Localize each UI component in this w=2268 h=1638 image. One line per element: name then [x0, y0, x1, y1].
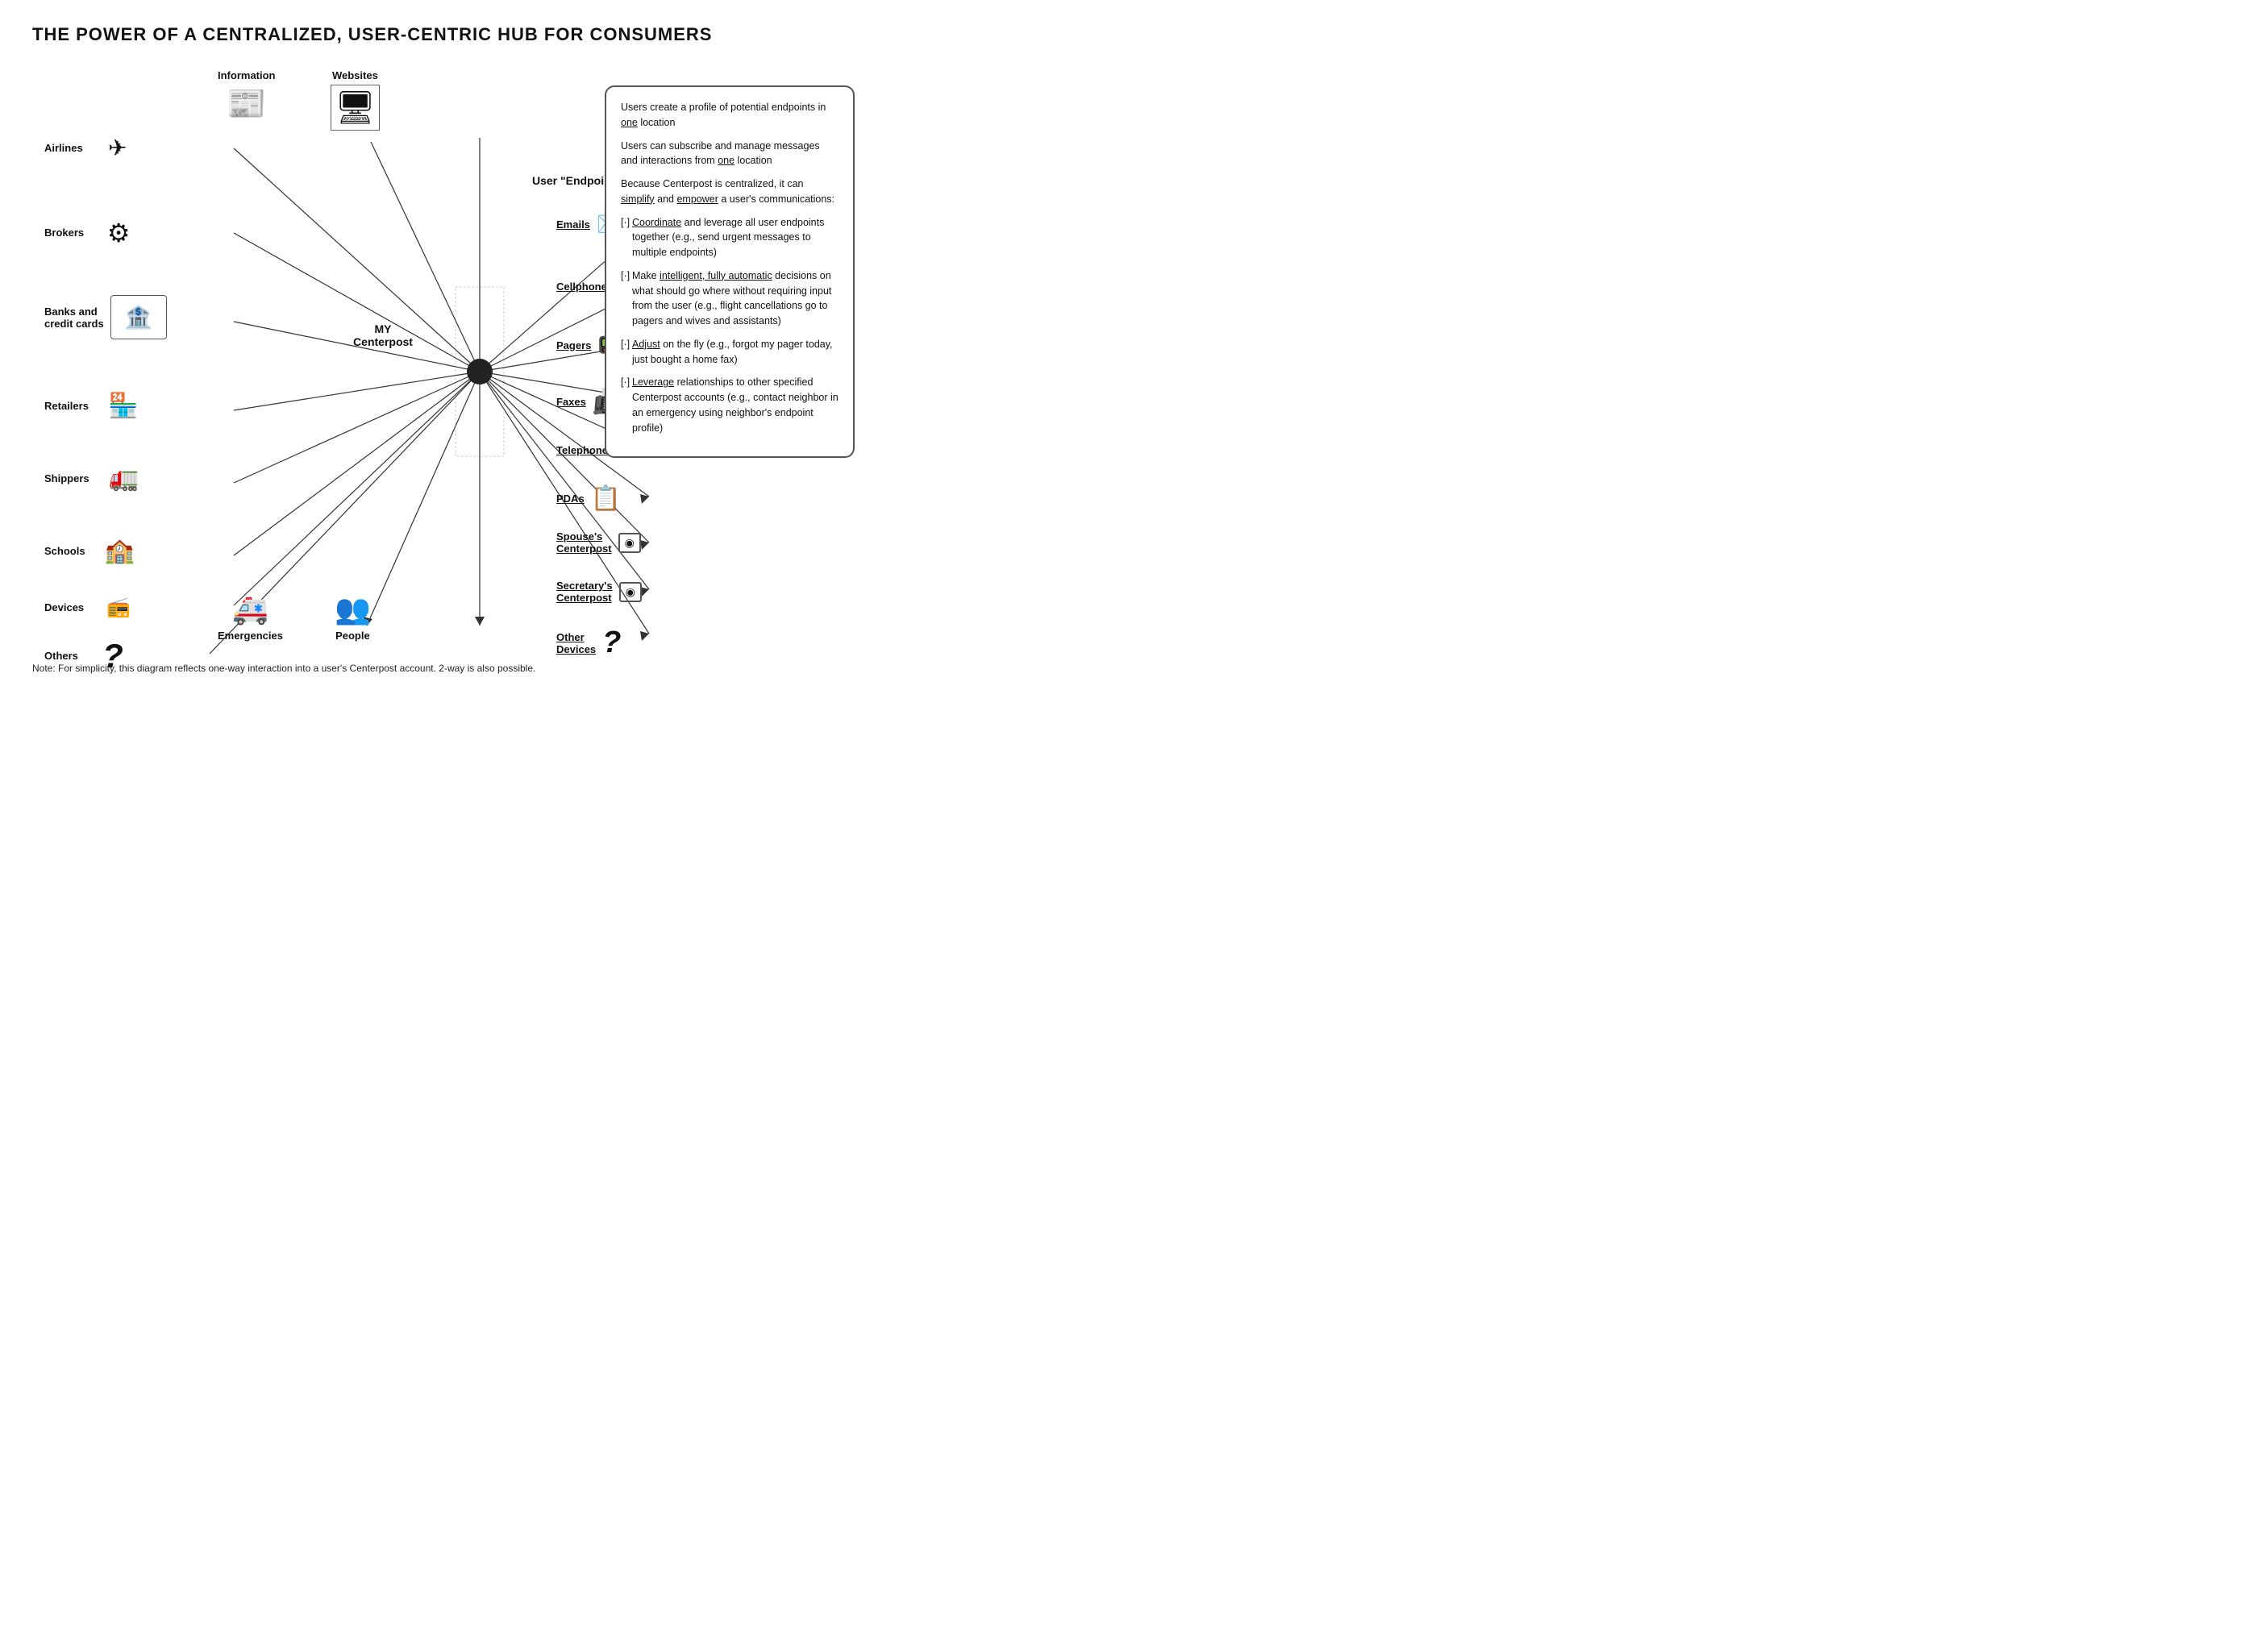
page-title: THE POWER OF A CENTRALIZED, USER-CENTRIC…: [32, 24, 855, 45]
pdas-label: PDAs: [556, 493, 585, 505]
info-para-2: Users can subscribe and manage messages …: [621, 139, 839, 169]
left-item-schools: Schools 🏫: [44, 529, 148, 573]
shippers-icon: 🚛: [96, 456, 152, 501]
info-panel: Users create a profile of potential endp…: [605, 85, 855, 458]
info-para-3: Because Centerpost is centralized, it ca…: [621, 177, 839, 207]
right-item-pdas: PDAs 📋: [556, 484, 621, 513]
left-item-devices: Devices 📻: [44, 585, 147, 630]
banks-label: Banks andcredit cards: [44, 306, 104, 330]
center-hub: MYCenterpost: [347, 303, 419, 368]
emergencies-label: Emergencies: [218, 630, 283, 642]
left-item-retailers: Retailers 🏪: [44, 384, 152, 428]
pdas-icon: 📋: [591, 484, 621, 513]
right-item-other-devices: OtherDevices ?: [556, 626, 621, 660]
retailers-icon: 🏪: [95, 384, 152, 428]
brokers-icon: ⚙: [90, 210, 147, 255]
info-bullets: Coordinate and leverage all user endpoin…: [621, 215, 839, 436]
spouse-icon: ◉: [618, 533, 641, 553]
diagram-container: Airlines ✈ Brokers ⚙ Banks andcredit car…: [32, 61, 855, 674]
devices-label: Devices: [44, 601, 84, 613]
airlines-icon: ✈: [89, 126, 146, 170]
left-item-shippers: Shippers 🚛: [44, 456, 152, 501]
shippers-label: Shippers: [44, 472, 89, 484]
emergencies-icon: 🚑: [232, 592, 268, 626]
secretary-icon: ◉: [619, 582, 642, 602]
people-label: People: [335, 630, 370, 642]
information-icon: 📰: [227, 85, 267, 123]
websites-label: Websites: [332, 69, 378, 81]
devices-icon: 📻: [90, 585, 147, 630]
bottom-item-people: 👥 People: [335, 592, 371, 642]
right-item-secretary: Secretary'sCenterpost ◉: [556, 580, 642, 604]
hub-label: MYCenterpost: [353, 322, 413, 348]
emails-label: Emails: [556, 218, 590, 231]
top-item-websites: Websites 🖥: [331, 69, 380, 131]
pagers-label: Pagers: [556, 339, 591, 351]
websites-icon: 🖥: [331, 85, 380, 131]
retailers-label: Retailers: [44, 400, 89, 412]
schools-label: Schools: [44, 545, 85, 557]
other-devices-icon: ?: [602, 626, 621, 660]
secretary-label: Secretary'sCenterpost: [556, 580, 613, 604]
faxes-label: Faxes: [556, 396, 586, 408]
bullet-2: Make intelligent, fully automatic decisi…: [621, 268, 839, 329]
others-label: Others: [44, 650, 78, 662]
top-item-information: Information 📰: [218, 69, 276, 123]
other-devices-label: OtherDevices: [556, 631, 596, 655]
left-item-airlines: Airlines ✈: [44, 126, 146, 170]
info-para-1: Users create a profile of potential endp…: [621, 100, 839, 131]
bullet-1: Coordinate and leverage all user endpoin…: [621, 215, 839, 260]
bullet-3: Adjust on the fly (e.g., forgot my pager…: [621, 337, 839, 368]
brokers-label: Brokers: [44, 227, 84, 239]
schools-icon: 🏫: [92, 529, 148, 573]
diagram-note: Note: For simplicity, this diagram refle…: [32, 663, 535, 674]
airlines-label: Airlines: [44, 142, 83, 154]
banks-icon: 🏦: [110, 295, 167, 339]
bullet-4: Leverage relationships to other specifie…: [621, 375, 839, 435]
left-item-brokers: Brokers ⚙: [44, 210, 147, 255]
information-label: Information: [218, 69, 276, 81]
people-icon: 👥: [335, 592, 371, 626]
left-item-banks: Banks andcredit cards 🏦: [44, 295, 167, 339]
right-item-spouse: Spouse'sCenterpost ◉: [556, 530, 641, 555]
spouse-label: Spouse'sCenterpost: [556, 530, 612, 555]
bottom-item-emergencies: 🚑 Emergencies: [218, 592, 283, 642]
